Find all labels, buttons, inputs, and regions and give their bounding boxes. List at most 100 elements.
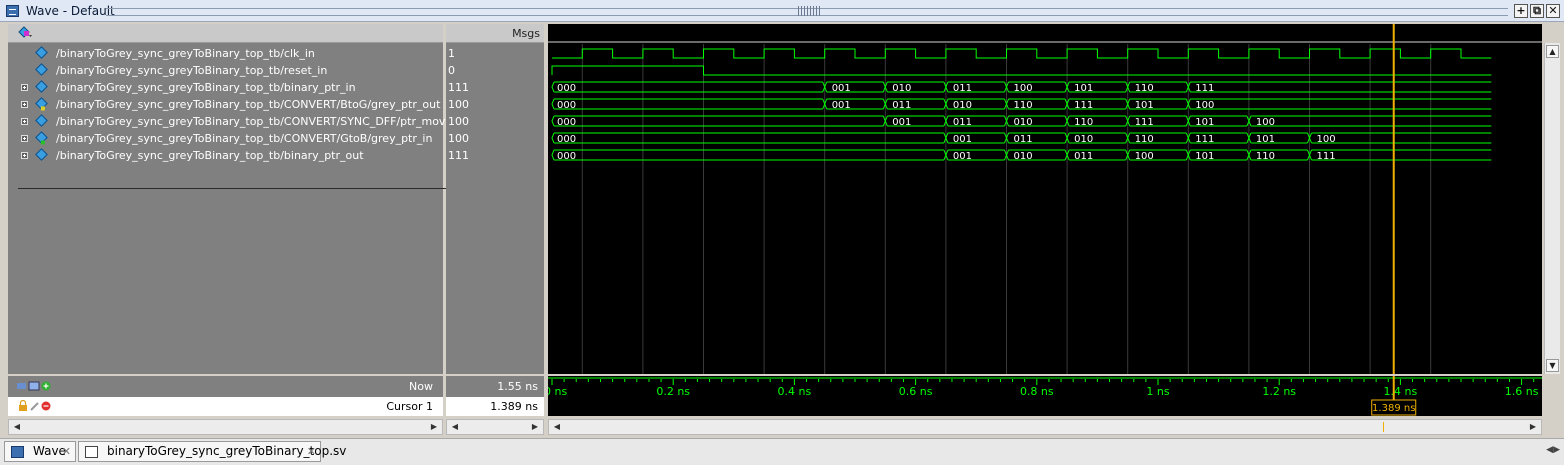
names-scroll-right[interactable]: ▶ [428, 421, 440, 433]
msgs-column-label: Msgs [512, 27, 540, 40]
time-axis-canvas[interactable]: 0 ns 0.2 ns 0.4 ns 0.6 ns 0.8 ns 1 ns 1.2 ns 1.… [548, 376, 1542, 416]
wave-icon [11, 446, 24, 458]
bus-value-label: 000 [557, 151, 576, 162]
bus-value-label: 101 [1195, 151, 1214, 162]
values-scroll-right[interactable]: ▶ [529, 421, 541, 433]
tab-source-close-icon[interactable]: ✕ [307, 442, 316, 461]
signal-row[interactable]: /binaryToGrey_sync_greyToBinary_top_tb/c… [8, 45, 438, 62]
signal-value: 100 [448, 132, 469, 145]
signal-value: 0 [448, 64, 455, 77]
waveform-pane[interactable]: 000 001 010 011 100 101 110 111 000 001 011 010 110 1… [548, 24, 1542, 374]
signal-value: 100 [448, 115, 469, 128]
drag-handle[interactable] [798, 6, 820, 16]
bus-segment [1311, 149, 1492, 161]
bus-wave: 000 001 011 010 110 111 101 100 [551, 98, 1492, 111]
wave-scroll-right[interactable]: ▶ [1527, 421, 1539, 433]
now-label: Now [409, 380, 433, 393]
window-titlebar: Wave - Default + ⧉ ✕ [0, 0, 1564, 22]
signal-names-pane[interactable]: /binaryToGrey_sync_greyToBinary_top_tb/c… [8, 24, 452, 374]
tab-source-file[interactable]: binaryToGrey_sync_greyToBinary_top.sv ✕ [78, 441, 346, 462]
bus-wave: 000 001 011 010 110 111 101 100 [551, 132, 1492, 145]
signal-name[interactable]: /binaryToGrey_sync_greyToBinary_top_tb/C… [56, 96, 440, 113]
bus-value-label: 100 [1014, 83, 1033, 94]
wave-scroll-left[interactable]: ◀ [551, 421, 563, 433]
bus-segment [1190, 98, 1492, 110]
bus-value-label: 101 [1135, 100, 1154, 111]
bus-segment [1311, 132, 1492, 144]
wave-tools-icon[interactable] [18, 26, 32, 39]
add-cursor-icons[interactable] [16, 380, 52, 392]
bus-wave: 000 001 010 011 100 101 110 111 [551, 149, 1492, 162]
waveform-canvas[interactable]: 000 001 010 011 100 101 110 111 000 001 011 010 110 1… [548, 24, 1542, 374]
signal-value: 111 [448, 149, 469, 162]
bus-value-label: 010 [892, 83, 911, 94]
bus-value-label: 100 [1195, 100, 1214, 111]
bus-value-label: 111 [1135, 117, 1154, 128]
signal-row[interactable]: /binaryToGrey_sync_greyToBinary_top_tb/r… [8, 62, 438, 79]
add-window-button[interactable]: + [1514, 4, 1528, 18]
bus-value-label: 111 [1317, 151, 1336, 162]
bus-value-label: 000 [557, 100, 576, 111]
signal-row[interactable]: /binaryToGrey_sync_greyToBinary_top_tb/b… [8, 147, 438, 164]
tab-scroll-arrows[interactable]: ◀▶ [1546, 445, 1560, 455]
signal-name[interactable]: /binaryToGrey_sync_greyToBinary_top_tb/r… [56, 62, 327, 79]
bus-value-label: 011 [1074, 151, 1093, 162]
tab-wave-close-icon[interactable]: ✕ [62, 442, 71, 461]
wave-hscrollbar[interactable]: ◀ ▶ [548, 419, 1542, 435]
names-hscrollbar[interactable]: ◀ ▶ [8, 419, 443, 435]
signal-icon [35, 46, 48, 59]
bus-value-label: 110 [1014, 100, 1033, 111]
bus-value-label: 010 [1014, 117, 1033, 128]
cursor-panel: Now Cursor 1 1.55 ns 1.389 ns 0 ns 0.2 ns… [8, 376, 1542, 416]
signal-row[interactable]: /binaryToGrey_sync_greyToBinary_top_tb/b… [8, 79, 438, 96]
bus-value-label: 001 [892, 117, 911, 128]
time-axis[interactable]: 0 ns 0.2 ns 0.4 ns 0.6 ns 0.8 ns 1 ns 1.2 ns 1.… [548, 376, 1542, 416]
cursor-names: Now Cursor 1 [8, 376, 443, 416]
expand-icon[interactable] [21, 118, 28, 125]
bus-value-label: 011 [1014, 134, 1033, 145]
bus-value-label: 001 [953, 134, 972, 145]
signal-icon [35, 63, 48, 76]
signal-values-pane[interactable]: Msgs 1 0 111 100 100 100 111 [446, 24, 544, 374]
axis-tick-label: 0 ns [548, 385, 567, 398]
cursor-row[interactable] [8, 397, 443, 416]
signal-name[interactable]: /binaryToGrey_sync_greyToBinary_top_tb/C… [56, 130, 432, 147]
axis-tick-label: 1.6 ns [1505, 385, 1539, 398]
signal-row[interactable]: /binaryToGrey_sync_greyToBinary_top_tb/C… [8, 96, 440, 113]
bus-value-label: 111 [1195, 134, 1214, 145]
vertical-scrollbar[interactable]: ▲ ▼ [1544, 43, 1560, 374]
axis-tick-label: 0.8 ns [1020, 385, 1054, 398]
signal-name[interactable]: /binaryToGrey_sync_greyToBinary_top_tb/b… [56, 79, 356, 96]
bus-segment [551, 81, 823, 93]
bus-wave: 000 001 010 011 100 101 110 111 [551, 81, 1492, 94]
signal-name[interactable]: /binaryToGrey_sync_greyToBinary_top_tb/c… [56, 45, 315, 62]
cursor-values: 1.55 ns 1.389 ns [446, 376, 544, 416]
signal-row[interactable]: /binaryToGrey_sync_greyToBinary_top_tb/C… [8, 113, 452, 130]
values-header: Msgs [446, 24, 544, 43]
cursor-label[interactable]: Cursor 1 [386, 397, 433, 416]
signal-row[interactable]: /binaryToGrey_sync_greyToBinary_top_tb/C… [8, 130, 438, 147]
cursor-row-icons[interactable] [18, 400, 54, 412]
bus-value-label: 000 [557, 83, 576, 94]
bus-value-label: 100 [1256, 117, 1275, 128]
bus-value-label: 110 [1256, 151, 1275, 162]
expand-icon[interactable] [21, 135, 28, 142]
bus-segment [1190, 81, 1492, 93]
cursor-tag-label: 1.389 ns [1372, 403, 1415, 414]
scroll-up-arrow[interactable]: ▲ [1546, 45, 1559, 58]
tab-wave[interactable]: Wave ✕ [4, 441, 76, 462]
signal-name[interactable]: /binaryToGrey_sync_greyToBinary_top_tb/C… [56, 113, 452, 130]
bus-value-label: 010 [1074, 134, 1093, 145]
undock-button[interactable]: ⧉ [1530, 4, 1544, 18]
bus-value-label: 101 [1256, 134, 1275, 145]
names-scroll-left[interactable]: ◀ [11, 421, 23, 433]
values-scroll-left[interactable]: ◀ [449, 421, 461, 433]
expand-icon[interactable] [21, 101, 28, 108]
bus-value-label: 011 [953, 117, 972, 128]
signal-name[interactable]: /binaryToGrey_sync_greyToBinary_top_tb/b… [56, 147, 364, 164]
scroll-down-arrow[interactable]: ▼ [1546, 359, 1559, 372]
expand-icon[interactable] [21, 84, 28, 91]
expand-icon[interactable] [21, 152, 28, 159]
values-hscrollbar[interactable]: ◀ ▶ [446, 419, 544, 435]
close-window-button[interactable]: ✕ [1546, 4, 1560, 18]
